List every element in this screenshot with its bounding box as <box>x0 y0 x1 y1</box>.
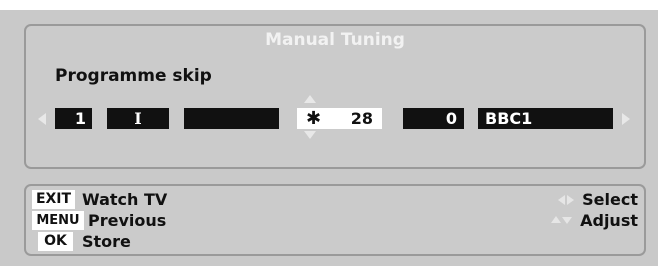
value-down-arrow-icon[interactable] <box>304 131 316 139</box>
select-right-arrow-icon <box>567 195 574 205</box>
row-right-arrow-icon[interactable] <box>622 113 630 125</box>
adjust-down-arrow-icon <box>562 217 572 224</box>
exit-key[interactable]: EXIT <box>32 190 75 209</box>
channel-field[interactable]: ✱ 28 <box>297 108 382 129</box>
adjust-hint-label: Adjust <box>580 211 638 230</box>
select-hint-label: Select <box>582 190 638 209</box>
exit-key-label: Watch TV <box>82 190 168 209</box>
row-left-arrow-icon[interactable] <box>38 113 46 125</box>
key-help-footer: EXIT Watch TV MENU Previous OK Store Sel… <box>24 184 646 256</box>
value-up-arrow-icon[interactable] <box>304 95 316 103</box>
programme-number-field[interactable]: 1 <box>55 108 92 129</box>
ok-key[interactable]: OK <box>38 232 73 251</box>
station-name-field[interactable]: BBC1 <box>478 108 613 129</box>
skip-marker: ✱ <box>306 108 322 129</box>
adjust-up-arrow-icon <box>551 216 561 223</box>
channel-value: 28 <box>350 109 373 128</box>
menu-key-label: Previous <box>88 211 167 230</box>
tuning-row: 1 I ✱ 28 0 BBC1 <box>26 26 644 167</box>
skip-empty-field[interactable] <box>184 108 279 129</box>
menu-key[interactable]: MENU <box>32 211 84 230</box>
system-field[interactable]: I <box>107 108 169 129</box>
ok-key-label: Store <box>82 232 131 251</box>
manual-tuning-panel: Manual Tuning Programme skip 1 I ✱ 28 0 … <box>24 24 646 169</box>
fine-tune-field[interactable]: 0 <box>403 108 464 129</box>
screen-top-edge <box>0 0 658 10</box>
select-left-arrow-icon <box>558 195 565 205</box>
tv-screen: Manual Tuning Programme skip 1 I ✱ 28 0 … <box>0 0 658 266</box>
